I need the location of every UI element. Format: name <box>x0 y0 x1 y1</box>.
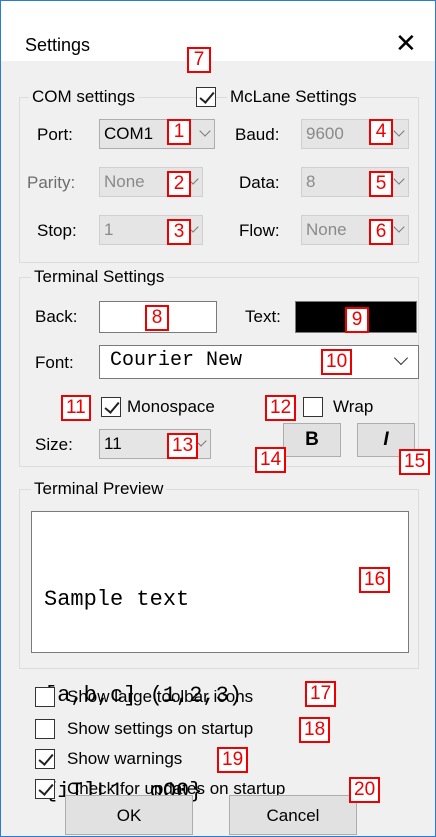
annotation-badge: 11 <box>61 395 91 421</box>
terminal-settings-legend: Terminal Settings <box>31 267 168 287</box>
close-icon[interactable]: ✕ <box>395 31 417 57</box>
size-value: 11 <box>104 434 122 453</box>
preview-line: Sample text <box>44 587 190 612</box>
monospace-label[interactable]: Monospace <box>127 397 215 417</box>
font-select[interactable]: Courier New <box>99 345 419 379</box>
annotation-badge: 6 <box>369 219 393 245</box>
flow-value: None <box>306 220 347 239</box>
large-toolbar-icons-checkbox[interactable] <box>35 687 55 707</box>
bold-button[interactable]: B <box>283 423 341 457</box>
com-settings-legend: COM settings <box>29 87 138 107</box>
annotation-badge: 19 <box>217 747 249 773</box>
italic-label: I <box>383 429 389 450</box>
annotation-badge: 4 <box>369 119 393 145</box>
window-title: Settings <box>25 35 91 55</box>
cancel-label: Cancel <box>266 806 320 825</box>
parity-label: Parity: <box>27 173 76 192</box>
stop-value: 1 <box>104 220 114 239</box>
monospace-checkbox[interactable] <box>101 397 121 417</box>
annotation-badge: 17 <box>305 681 337 707</box>
back-label: Back: <box>35 307 78 326</box>
annotation-badge: 7 <box>187 47 211 73</box>
title-bar: Settings ✕ <box>1 1 435 61</box>
port-label: Port: <box>37 125 73 144</box>
ok-button[interactable]: OK <box>65 795 193 835</box>
mclane-settings-label[interactable]: McLane Settings <box>227 87 360 107</box>
annotation-badge: 5 <box>369 171 393 197</box>
baud-label: Baud: <box>235 125 280 144</box>
check-updates-checkbox[interactable] <box>35 779 55 799</box>
annotation-badge: 2 <box>167 171 191 197</box>
size-label: Size: <box>35 435 73 454</box>
ok-label: OK <box>116 806 142 825</box>
annotation-badge: 9 <box>345 307 369 333</box>
mclane-settings-checkbox[interactable] <box>196 87 216 107</box>
flow-label: Flow: <box>239 221 280 240</box>
annotation-badge: 12 <box>265 395 297 421</box>
annotation-badge: 13 <box>167 433 199 459</box>
wrap-checkbox[interactable] <box>303 397 323 417</box>
font-label: Font: <box>35 353 74 372</box>
show-warnings-label[interactable]: Show warnings <box>67 749 182 769</box>
terminal-preview: Sample text [a,b,c] (1,2,3) {iIlL1, oO0} <box>31 511 409 804</box>
font-value: Courier New <box>110 349 243 372</box>
chevron-down-icon <box>393 350 409 366</box>
settings-on-startup-label[interactable]: Show settings on startup <box>67 719 253 739</box>
data-label: Data: <box>239 173 280 192</box>
annotation-badge: 15 <box>399 449 431 475</box>
baud-value: 9600 <box>306 124 344 143</box>
port-value: COM1 <box>104 124 154 143</box>
annotation-badge: 18 <box>299 717 331 743</box>
data-value: 8 <box>306 172 316 191</box>
chevron-down-icon <box>393 125 405 137</box>
settings-on-startup-checkbox[interactable] <box>35 719 55 739</box>
annotation-badge: 14 <box>255 447 287 473</box>
stop-label: Stop: <box>37 221 77 240</box>
settings-dialog: Settings ✕ COM settings McLane Settings … <box>0 0 436 837</box>
port-select[interactable]: COM1 <box>99 119 215 149</box>
chevron-down-icon <box>393 221 405 233</box>
wrap-label[interactable]: Wrap <box>333 397 373 417</box>
large-toolbar-icons-label[interactable]: Show large toolbar icons <box>67 687 253 707</box>
annotation-badge: 10 <box>321 349 353 375</box>
text-label: Text: <box>245 307 281 326</box>
annotation-badge: 3 <box>167 219 191 245</box>
parity-value: None <box>104 172 145 191</box>
annotation-badge: 8 <box>145 305 169 331</box>
annotation-badge: 20 <box>349 777 381 803</box>
show-warnings-checkbox[interactable] <box>35 749 55 769</box>
chevron-down-icon <box>199 125 211 137</box>
cancel-button[interactable]: Cancel <box>229 795 357 835</box>
terminal-preview-legend: Terminal Preview <box>31 479 167 499</box>
annotation-badge: 16 <box>359 567 391 593</box>
annotation-badge: 1 <box>167 119 191 145</box>
chevron-down-icon <box>393 173 405 185</box>
bold-label: B <box>305 429 319 450</box>
